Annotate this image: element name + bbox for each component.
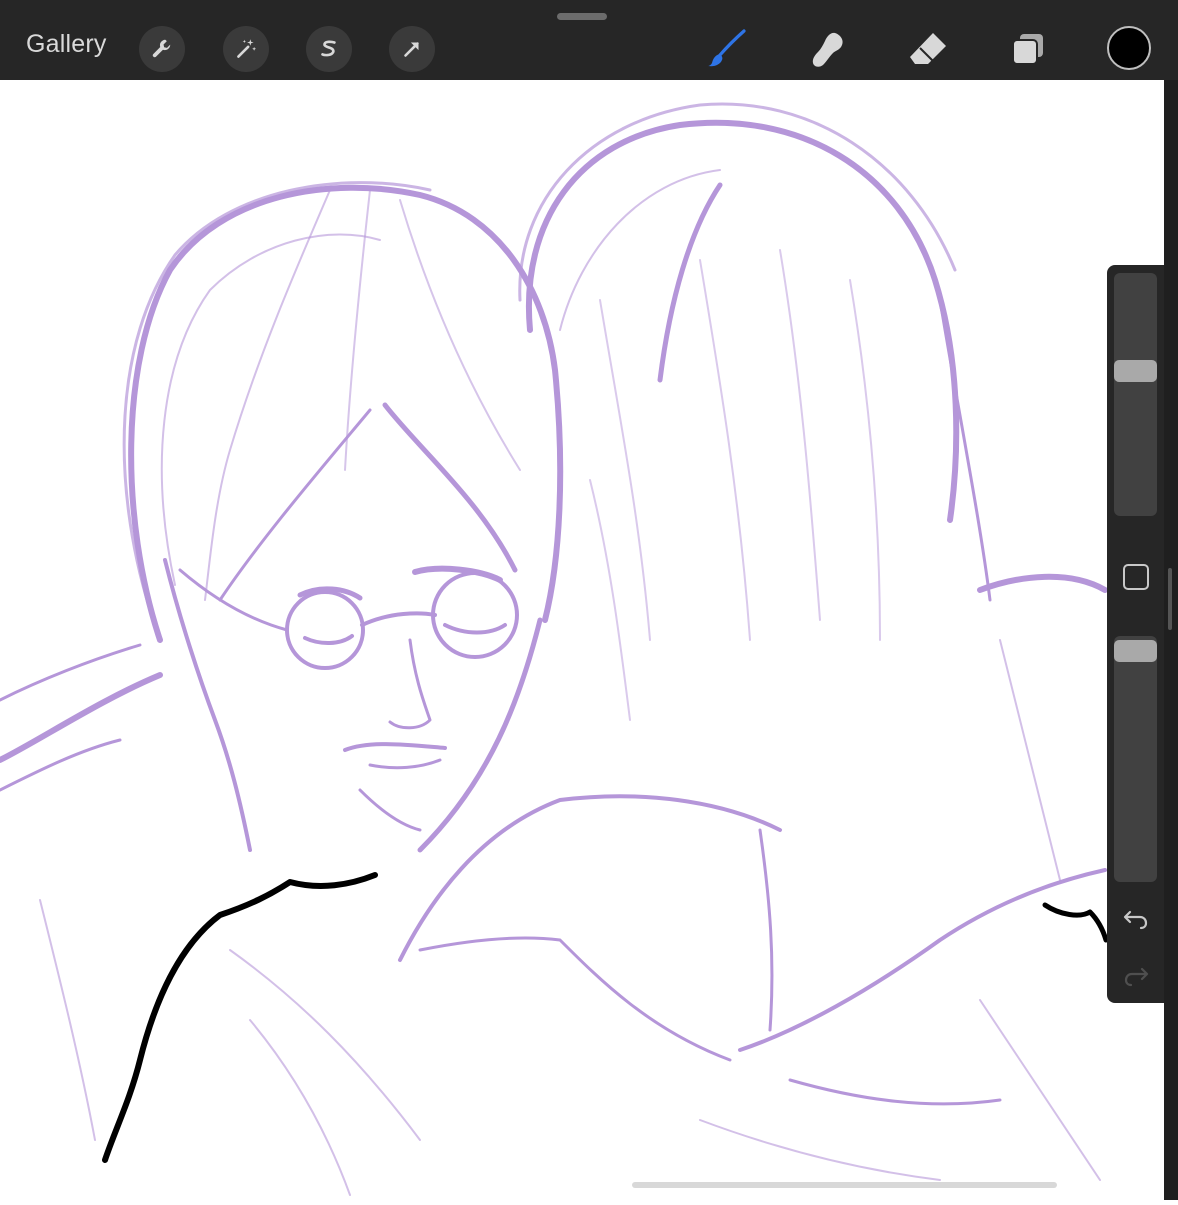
sketch-stroke — [699, 1119, 941, 1181]
brush-tool-button[interactable] — [704, 26, 750, 72]
adjustments-button[interactable] — [223, 26, 269, 72]
layers-icon — [1012, 34, 1043, 65]
brush-size-slider[interactable] — [1114, 273, 1157, 516]
selection-button[interactable] — [306, 26, 352, 72]
ink-stroke — [1042, 902, 1109, 943]
sketch-stroke — [163, 558, 252, 852]
top-toolbar: Gallery — [0, 0, 1178, 80]
sketch-stroke — [849, 279, 881, 641]
smudge-tool-button[interactable] — [804, 26, 850, 72]
actions-button[interactable] — [139, 26, 185, 72]
ink-stroke — [102, 872, 378, 1163]
sketch-artwork — [0, 102, 1109, 1196]
sketch-stroke — [229, 949, 421, 1141]
sketch-stroke — [699, 259, 751, 641]
sketch-stroke — [979, 999, 1101, 1181]
sketch-stroke — [758, 828, 774, 1032]
sketch-stroke — [204, 189, 331, 601]
magic-wand-icon — [237, 39, 257, 58]
wrench-icon — [152, 39, 171, 58]
home-indicator — [632, 1182, 1057, 1188]
sketch-stroke — [788, 1078, 1002, 1106]
gallery-button[interactable]: Gallery — [26, 30, 107, 59]
layers-tool-button[interactable] — [1005, 26, 1051, 72]
eraser-tool-button[interactable] — [905, 26, 951, 72]
sketch-stroke — [39, 899, 96, 1141]
sketch-stroke — [443, 623, 507, 635]
sketch-stroke — [388, 638, 432, 730]
brush-opacity-slider[interactable] — [1114, 636, 1157, 882]
sketch-stroke — [343, 742, 447, 752]
sketch-stroke — [344, 189, 371, 471]
sketch-stroke — [657, 182, 723, 383]
brush-sidebar — [1107, 265, 1164, 1003]
sketch-stroke — [589, 479, 631, 721]
sketch-stroke — [431, 571, 519, 659]
sketch-stroke — [599, 299, 651, 641]
sketch-stroke — [399, 199, 521, 471]
sketch-stroke — [249, 1019, 351, 1196]
grabber-handle[interactable] — [557, 13, 607, 20]
sketch-stroke — [358, 788, 422, 832]
sketch-stroke — [218, 408, 372, 602]
selection-s-icon — [321, 40, 336, 57]
redo-icon[interactable] — [1121, 960, 1151, 990]
brush-size-knob[interactable] — [1114, 360, 1157, 383]
sketch-stroke — [977, 573, 1108, 593]
undo-icon[interactable] — [1121, 903, 1151, 933]
sketch-stroke — [285, 590, 365, 670]
sketch-stroke — [559, 169, 721, 331]
eraser-icon — [910, 33, 946, 64]
transform-button[interactable] — [389, 26, 435, 72]
sidebar-drag-handle[interactable] — [1168, 568, 1172, 630]
smudge-icon — [812, 32, 843, 67]
sketch-stroke — [525, 119, 960, 523]
sketch-stroke — [368, 758, 442, 770]
sketch-stroke — [999, 639, 1061, 881]
sketch-stroke — [779, 249, 821, 621]
sketch-stroke — [938, 298, 992, 602]
sketch-stroke — [418, 936, 732, 1062]
color-picker-button[interactable] — [1107, 26, 1151, 70]
brush-opacity-knob[interactable] — [1114, 640, 1157, 662]
sketch-stroke — [303, 634, 354, 645]
sketch-stroke — [360, 611, 437, 627]
drawing-canvas[interactable] — [0, 80, 1164, 1200]
sketch-stroke — [398, 794, 782, 962]
edge-strip — [1164, 80, 1178, 1200]
sketch-stroke — [417, 617, 543, 853]
modify-square-icon[interactable] — [1123, 564, 1149, 590]
arrow-cursor-icon — [404, 42, 419, 57]
sketch-stroke — [738, 868, 1107, 1052]
brush-icon — [708, 29, 746, 67]
sketch-stroke — [128, 184, 564, 643]
